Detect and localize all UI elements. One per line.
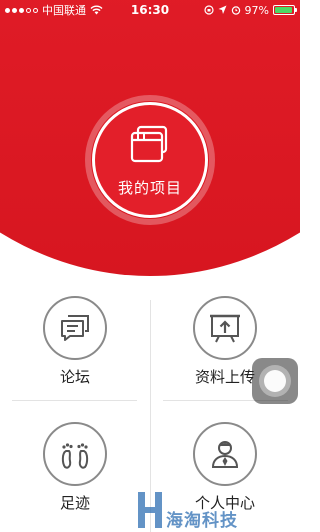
assistive-touch-ring: [259, 365, 291, 397]
forum-icon-circle: [43, 296, 107, 360]
chat-bubbles-icon: [61, 315, 89, 341]
upload-icon-circle: [193, 296, 257, 360]
user-profile-icon: [211, 441, 239, 468]
assistive-touch-dot: [264, 370, 286, 392]
rotation-lock-icon: [203, 5, 214, 15]
assistive-touch-button[interactable]: [252, 358, 298, 404]
status-bar: 中国联通 16:30 97%: [0, 0, 300, 20]
battery-percent: 97%: [244, 3, 269, 17]
battery-icon: [273, 5, 297, 15]
signal-strength-icon: [5, 7, 38, 13]
forum-label: 论坛: [59, 368, 90, 386]
windows-stack-icon: [130, 125, 168, 162]
upload-board-icon: [210, 314, 240, 343]
footprints-menu-item[interactable]: 足迹: [0, 422, 150, 532]
forum-menu-item[interactable]: 论坛: [0, 296, 150, 406]
carrier-name: 中国联通: [42, 4, 86, 17]
footprints-icon: [61, 443, 89, 469]
my-projects-label: 我的项目: [117, 178, 182, 197]
wifi-icon: [90, 5, 103, 15]
status-right: 97%: [203, 3, 297, 17]
alarm-clock-icon: [231, 6, 240, 15]
watermark-text: 海淘科技: [166, 511, 238, 531]
profile-icon-circle: [193, 422, 257, 486]
location-arrow-icon: [218, 5, 227, 14]
watermark: 海淘科技: [136, 484, 300, 532]
footprints-icon-circle: [43, 422, 107, 486]
upload-label: 资料上传: [194, 368, 255, 386]
my-projects-button[interactable]: 我的项目: [92, 102, 208, 218]
battery-level-fill: [275, 7, 293, 13]
status-left: 中国联通: [5, 2, 125, 18]
footprints-label: 足迹: [59, 494, 90, 512]
